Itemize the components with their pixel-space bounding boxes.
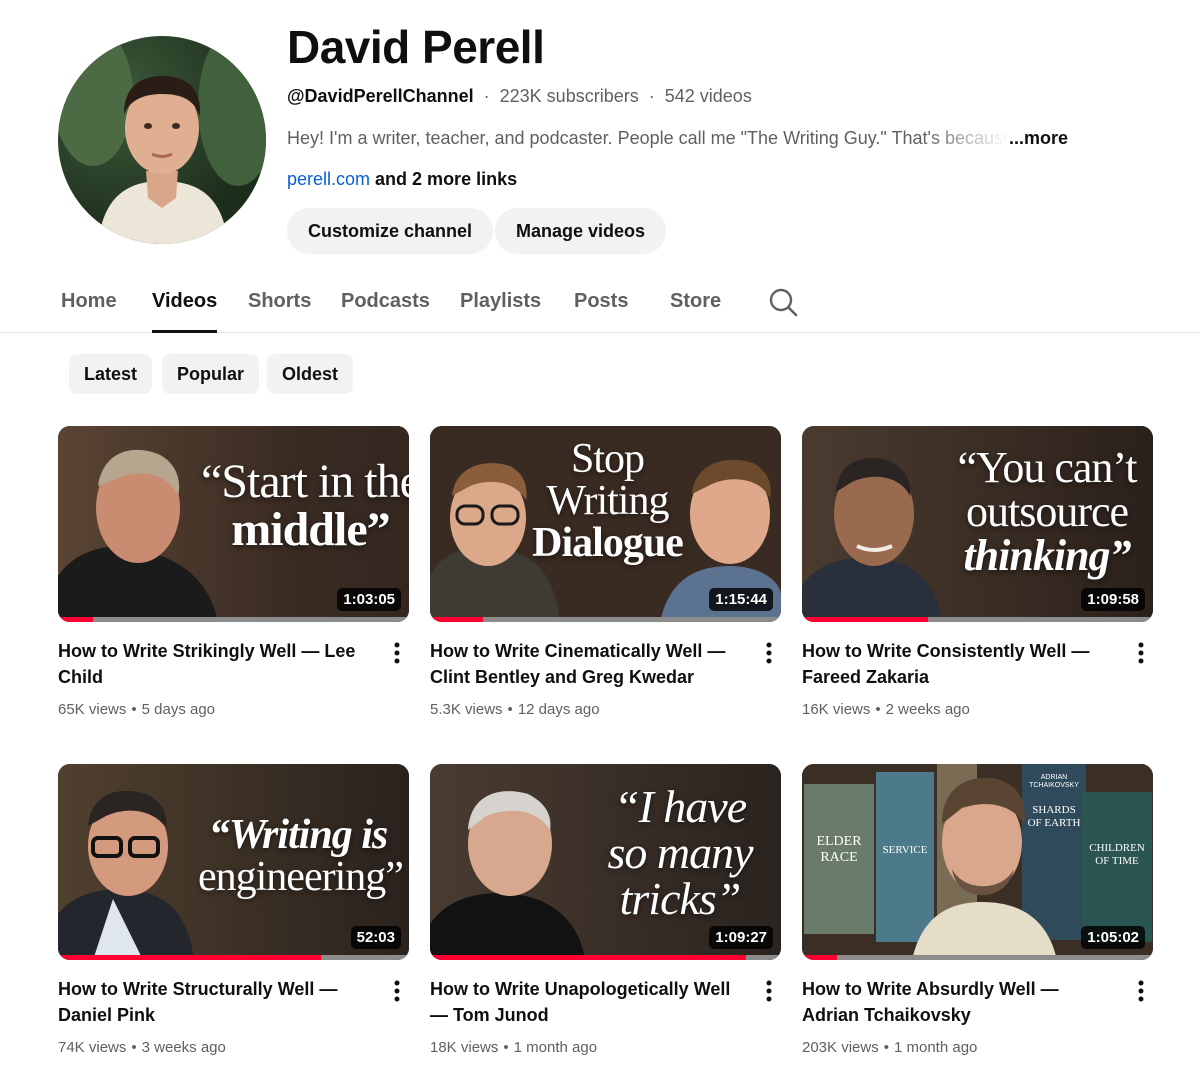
thumbnail-text: “I have so many tricks”: [607, 781, 753, 924]
meta-separator: ·: [483, 86, 490, 106]
search-icon[interactable]: [767, 286, 799, 318]
thumbnail-text: “You can’t outsource thinking”: [957, 443, 1137, 580]
tab-home[interactable]: Home: [61, 288, 117, 314]
thumbnail-text: “Writing is engineering”: [198, 812, 404, 900]
tab-podcasts[interactable]: Podcasts: [341, 288, 430, 314]
watch-progress: [430, 617, 781, 622]
video-thumbnail[interactable]: “Writing is engineering” 52:03: [58, 764, 409, 960]
more-options-icon[interactable]: [1132, 640, 1150, 666]
tab-videos[interactable]: Videos: [152, 288, 218, 333]
more-options-icon[interactable]: [388, 978, 406, 1004]
video-duration: 1:15:44: [709, 588, 773, 611]
upload-age: 12 days ago: [517, 701, 600, 718]
thumbnail-text: “Start in the middle”: [201, 455, 409, 556]
thumbnail-text: Stop Writing Dialogue: [532, 436, 684, 566]
video-title[interactable]: How to Write Structurally Well — Daniel …: [58, 976, 370, 1028]
more-links-button[interactable]: and 2 more links: [375, 169, 517, 189]
upload-age: 5 days ago: [141, 701, 216, 718]
video-thumbnail[interactable]: “You can’t outsource thinking” 1:09:58: [802, 426, 1153, 622]
video-count: 542 videos: [664, 86, 752, 106]
more-options-icon[interactable]: [760, 640, 778, 666]
video-duration: 1:09:58: [1081, 588, 1145, 611]
chip-oldest[interactable]: Oldest: [267, 354, 354, 394]
video-thumbnail[interactable]: “Start in the middle” 1:03:05: [58, 426, 409, 622]
video-title[interactable]: How to Write Absurdly Well — Adrian Tcha…: [802, 976, 1114, 1028]
manage-videos-button[interactable]: Manage videos: [495, 208, 667, 254]
more-options-icon[interactable]: [388, 640, 406, 666]
video-duration: 1:03:05: [337, 588, 401, 611]
view-count: 16K views: [802, 701, 871, 718]
video-thumbnail[interactable]: Stop Writing Dialogue 1:15:44: [430, 426, 781, 622]
video-duration: 1:09:27: [709, 926, 773, 949]
tab-shorts[interactable]: Shorts: [248, 288, 311, 314]
more-options-icon[interactable]: [760, 978, 778, 1004]
view-count: 18K views: [430, 1039, 499, 1056]
channel-tabs: Home Videos Shorts Podcasts Playlists Po…: [0, 270, 1200, 333]
watch-progress: [58, 617, 409, 622]
video-duration: 52:03: [350, 926, 401, 949]
chip-latest[interactable]: Latest: [69, 354, 153, 394]
description-text: Hey! I'm a writer, teacher, and podcaste…: [287, 128, 1009, 148]
video-card[interactable]: ELDER RACE SERVICE SHARDS OF EARTH CHILD…: [802, 764, 1153, 1056]
channel-description[interactable]: Hey! I'm a writer, teacher, and podcaste…: [287, 126, 1077, 150]
channel-links: perell.com and 2 more links: [287, 167, 517, 191]
tab-posts[interactable]: Posts: [574, 288, 628, 314]
video-meta: 74K views • 3 weeks ago: [58, 1039, 226, 1056]
watch-progress: [58, 955, 409, 960]
meta-separator: ·: [648, 86, 655, 106]
watch-progress: [802, 617, 1153, 622]
chip-popular[interactable]: Popular: [162, 354, 260, 394]
video-title[interactable]: How to Write Strikingly Well — Lee Child: [58, 638, 370, 690]
video-card[interactable]: “Start in the middle” 1:03:05 How to Wri…: [58, 426, 409, 718]
channel-avatar: [58, 36, 266, 244]
tab-store[interactable]: Store: [670, 288, 721, 314]
view-count: 5.3K views: [430, 701, 503, 718]
view-count: 74K views: [58, 1039, 127, 1056]
video-title[interactable]: How to Write Unapologetically Well — Tom…: [430, 976, 742, 1028]
channel-meta: @DavidPerellChannel · 223K subscribers ·…: [287, 84, 752, 108]
subscriber-count: 223K subscribers: [499, 86, 639, 106]
channel-name: David Perell: [287, 21, 545, 73]
view-count: 203K views: [802, 1039, 879, 1056]
channel-website-link[interactable]: perell.com: [287, 169, 370, 189]
video-thumbnail[interactable]: ELDER RACE SERVICE SHARDS OF EARTH CHILD…: [802, 764, 1153, 960]
video-meta: 203K views • 1 month ago: [802, 1039, 978, 1056]
more-options-icon[interactable]: [1132, 978, 1150, 1004]
video-meta: 16K views • 2 weeks ago: [802, 701, 970, 718]
video-meta: 65K views • 5 days ago: [58, 701, 216, 718]
video-meta: 5.3K views • 12 days ago: [430, 701, 600, 718]
video-title[interactable]: How to Write Cinematically Well — Clint …: [430, 638, 742, 690]
video-card[interactable]: “You can’t outsource thinking” 1:09:58 H…: [802, 426, 1153, 718]
channel-handle[interactable]: @DavidPerellChannel: [287, 86, 474, 106]
video-meta: 18K views • 1 month ago: [430, 1039, 598, 1056]
upload-age: 1 month ago: [513, 1039, 598, 1056]
description-more-link[interactable]: ...more: [1009, 128, 1068, 148]
upload-age: 2 weeks ago: [885, 701, 970, 718]
customize-channel-button[interactable]: Customize channel: [287, 208, 494, 254]
video-card[interactable]: Stop Writing Dialogue 1:15:44 How to Wri…: [430, 426, 781, 718]
video-title[interactable]: How to Write Consistently Well — Fareed …: [802, 638, 1114, 690]
view-count: 65K views: [58, 701, 127, 718]
upload-age: 1 month ago: [893, 1039, 978, 1056]
video-card[interactable]: “Writing is engineering” 52:03 How to Wr…: [58, 764, 409, 1056]
tab-playlists[interactable]: Playlists: [460, 288, 541, 314]
watch-progress: [802, 955, 1153, 960]
video-duration: 1:05:02: [1081, 926, 1145, 949]
video-thumbnail[interactable]: “I have so many tricks” 1:09:27: [430, 764, 781, 960]
upload-age: 3 weeks ago: [141, 1039, 226, 1056]
watch-progress: [430, 955, 781, 960]
video-card[interactable]: “I have so many tricks” 1:09:27 How to W…: [430, 764, 781, 1056]
